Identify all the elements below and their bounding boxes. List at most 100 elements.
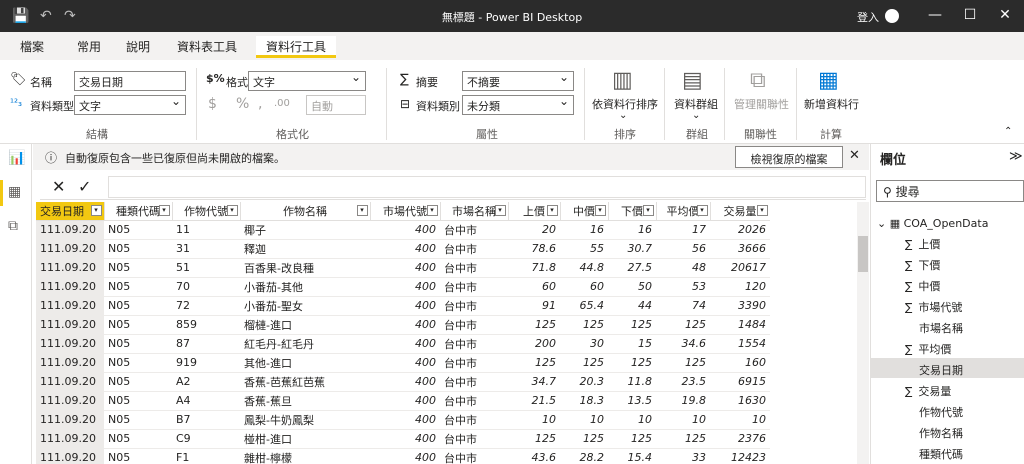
table-cell[interactable]: 鳳梨-牛奶鳳梨 [240,410,370,430]
table-cell[interactable]: 16 [560,220,608,240]
field-item[interactable]: 種類代碼 [871,442,1024,462]
name-input[interactable]: 交易日期 [74,71,186,91]
summary-select[interactable]: 不摘要 [462,70,574,91]
table-cell[interactable]: 859 [172,315,240,335]
table-cell[interactable]: N05 [104,258,172,278]
table-cell[interactable]: 3666 [710,239,770,259]
close-infobar-icon[interactable]: ✕ [849,148,860,163]
table-cell[interactable]: 21.5 [508,391,560,411]
table-cell[interactable]: 香蕉-蕉旦 [240,391,370,411]
table-cell[interactable]: 111.09.20 [36,448,104,464]
column-header[interactable]: 種類代碼 ▾ [104,202,173,221]
table-cell[interactable]: 125 [508,353,560,373]
commit-formula-icon[interactable]: ✓ [78,177,91,196]
table-cell[interactable]: 111.09.20 [36,296,104,316]
table-cell[interactable]: B7 [172,410,240,430]
table-cell[interactable]: 13.5 [608,391,656,411]
table-cell[interactable]: 12423 [710,448,770,464]
scrollbar-thumb[interactable] [858,236,868,272]
table-cell[interactable]: 400 [370,315,440,335]
table-cell[interactable]: A2 [172,372,240,392]
table-cell[interactable]: 2026 [710,220,770,240]
column-filter-icon[interactable]: ▾ [494,205,506,216]
fields-search-input[interactable]: ⚲ 搜尋 [876,180,1024,202]
table-cell[interactable]: 400 [370,391,440,411]
table-cell[interactable]: 3390 [710,296,770,316]
column-header[interactable]: 作物代號 ▾ [172,202,241,221]
table-cell[interactable]: 50 [608,277,656,297]
table-cell[interactable]: N05 [104,334,172,354]
table-cell[interactable]: 台中市 [440,410,508,430]
model-view-icon[interactable]: ⧉ [8,218,18,234]
table-cell[interactable]: 台中市 [440,258,508,278]
table-cell[interactable]: 15 [608,334,656,354]
close-window-button[interactable]: ✕ [995,7,1015,23]
table-cell[interactable]: 125 [560,353,608,373]
data-groups-icon[interactable]: ▤ [682,68,703,93]
manage-relationships-button[interactable]: 管理關聯性 [734,96,789,112]
table-cell[interactable]: 111.09.20 [36,429,104,449]
data-type-select[interactable]: 文字 [74,94,186,115]
field-item[interactable]: ∑ 市場代號 [871,295,1024,315]
table-cell[interactable]: 400 [370,334,440,354]
table-cell[interactable]: 小番茄-其他 [240,277,370,297]
column-filter-icon[interactable]: ▾ [756,205,768,216]
table-cell[interactable]: 56 [656,239,710,259]
table-cell[interactable]: 30.7 [608,239,656,259]
table-cell[interactable]: 27.5 [608,258,656,278]
avatar[interactable] [885,9,899,23]
sign-in-link[interactable]: 登入 [857,9,879,25]
column-header[interactable]: 市場名稱 ▾ [440,202,509,221]
column-filter-icon[interactable]: ▾ [426,205,438,216]
table-cell[interactable]: 台中市 [440,220,508,240]
column-header[interactable]: 下價 ▾ [608,202,657,221]
table-cell[interactable]: 125 [560,429,608,449]
table-cell[interactable]: 125 [608,315,656,335]
column-header[interactable]: 中價 ▾ [560,202,609,221]
table-cell[interactable]: 400 [370,220,440,240]
table-cell[interactable]: 小番茄-聖女 [240,296,370,316]
column-filter-icon[interactable]: ▾ [90,205,102,216]
tab-help[interactable]: 說明 [126,38,150,55]
table-cell[interactable]: 台中市 [440,277,508,297]
table-row[interactable]: 111.09.20 N05 B7 鳳梨-牛奶鳳梨 400 台中市 10 10 10 10 10 [36,410,770,430]
chevron-down-icon[interactable]: ⌄ [692,110,700,121]
table-cell[interactable]: 榴槤-進口 [240,315,370,335]
view-recovered-files-button[interactable]: 檢視復原的檔案 [735,146,843,168]
table-cell[interactable]: 65.4 [560,296,608,316]
field-item[interactable]: 市場名稱 [871,316,1024,336]
column-filter-icon[interactable]: ▾ [546,205,558,216]
table-cell[interactable]: 34.7 [508,372,560,392]
table-cell[interactable]: 20 [508,220,560,240]
table-row[interactable]: 111.09.20 N05 919 其他-進口 400 台中市 125 125 125 125 16… [36,353,770,373]
table-cell[interactable]: N05 [104,372,172,392]
table-cell[interactable]: 紅毛丹-紅毛丹 [240,334,370,354]
table-cell[interactable]: 111.09.20 [36,372,104,392]
table-cell[interactable]: 1484 [710,315,770,335]
field-item[interactable]: ∑ 上價 [871,232,1024,252]
column-filter-icon[interactable]: ▾ [594,205,606,216]
table-cell[interactable]: 125 [560,315,608,335]
table-cell[interactable]: 台中市 [440,239,508,259]
table-cell[interactable]: 11.8 [608,372,656,392]
table-cell[interactable]: 台中市 [440,315,508,335]
table-cell[interactable]: 78.6 [508,239,560,259]
table-cell[interactable]: 125 [608,353,656,373]
field-item[interactable]: ∑ 平均價 [871,337,1024,357]
table-cell[interactable]: 雜柑-檸檬 [240,448,370,464]
column-header[interactable]: 作物名稱 ▾ [240,202,371,221]
table-cell[interactable]: 31 [172,239,240,259]
table-cell[interactable]: 400 [370,277,440,297]
format-select[interactable]: 文字 [248,70,366,91]
column-filter-icon[interactable]: ▾ [642,205,654,216]
decimals-input[interactable]: 自動 [306,95,366,115]
table-cell[interactable]: 111.09.20 [36,258,104,278]
table-cell[interactable]: 60 [560,277,608,297]
field-item[interactable]: ∑ 下價 [871,253,1024,273]
table-cell[interactable]: 200 [508,334,560,354]
table-cell[interactable]: 400 [370,239,440,259]
column-filter-icon[interactable]: ▾ [226,205,238,216]
table-cell[interactable]: 111.09.20 [36,353,104,373]
table-row[interactable]: 111.09.20 N05 87 紅毛丹-紅毛丹 400 台中市 200 30 15 34.6 15… [36,334,770,354]
collapse-ribbon-icon[interactable]: ⌃ [1004,126,1012,137]
